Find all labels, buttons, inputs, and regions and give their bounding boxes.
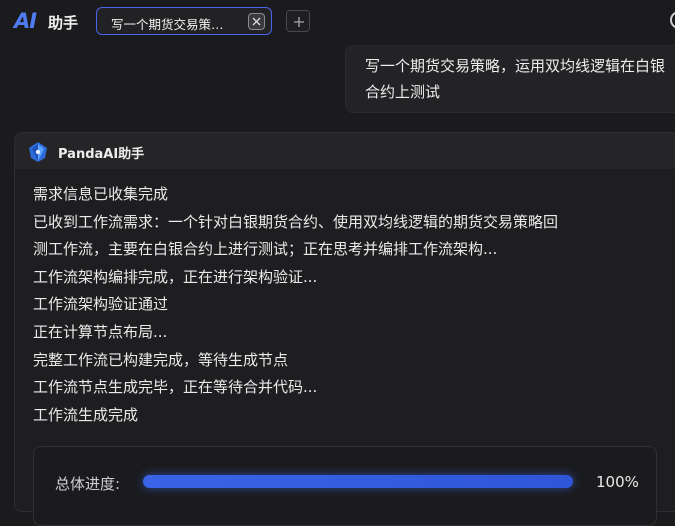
account-icon[interactable] — [670, 11, 675, 29]
app-logo: AI — [14, 9, 37, 33]
app-title: 助手 — [48, 14, 79, 32]
log-line: 工作流节点生成完毕，正在等待合并代码... — [33, 378, 318, 397]
log-line: 工作流生成完成 — [33, 405, 139, 424]
progress-percent: 100% — [596, 473, 639, 491]
log-line: 正在计算节点布局... — [33, 322, 168, 341]
assistant-log: 需求信息已收集完成 已收到工作流需求：一个针对白银期货合约、使用双均线逻辑的期货… — [33, 181, 663, 429]
progress-panel: 总体进度: 100% — [33, 446, 657, 526]
progress-bar — [143, 475, 573, 488]
log-line: 工作流架构编排完成，正在进行架构验证... — [33, 267, 318, 286]
user-message-text: 写一个期货交易策略，运用双均线逻辑在白银合约上测试 — [365, 57, 666, 101]
assistant-name: PandaAI助手 — [58, 147, 145, 162]
tab-active-conversation[interactable]: 写一个期货交易策… — [96, 7, 272, 35]
log-line: 完整工作流已构建完成，等待生成节点 — [33, 350, 289, 369]
progress-label: 总体进度: — [55, 475, 121, 493]
assistant-header: PandaAI助手 — [15, 133, 675, 169]
log-line: 需求信息已收集完成 — [33, 185, 169, 203]
close-icon[interactable] — [248, 13, 265, 30]
plus-icon — [294, 17, 304, 27]
panda-logo-icon — [29, 142, 47, 162]
tab-label: 写一个期货交易策… — [111, 17, 224, 32]
log-line: 测工作流，主要在白银合约上进行测试；正在思考并编排工作流架构... — [33, 240, 498, 259]
log-line: 已收到工作流需求：一个针对白银期货合约、使用双均线逻辑的期货交易策略回 — [33, 212, 559, 231]
top-bar: AI 助手 写一个期货交易策… — [0, 0, 675, 44]
user-message-bubble: 写一个期货交易策略，运用双均线逻辑在白银合约上测试 — [345, 45, 675, 113]
progress-bar-fill — [143, 475, 573, 488]
assistant-message-card: PandaAI助手 需求信息已收集完成 已收到工作流需求：一个针对白银期货合约、… — [14, 132, 675, 526]
log-line: 工作流架构验证通过 — [33, 295, 169, 314]
new-tab-button[interactable] — [286, 10, 310, 32]
